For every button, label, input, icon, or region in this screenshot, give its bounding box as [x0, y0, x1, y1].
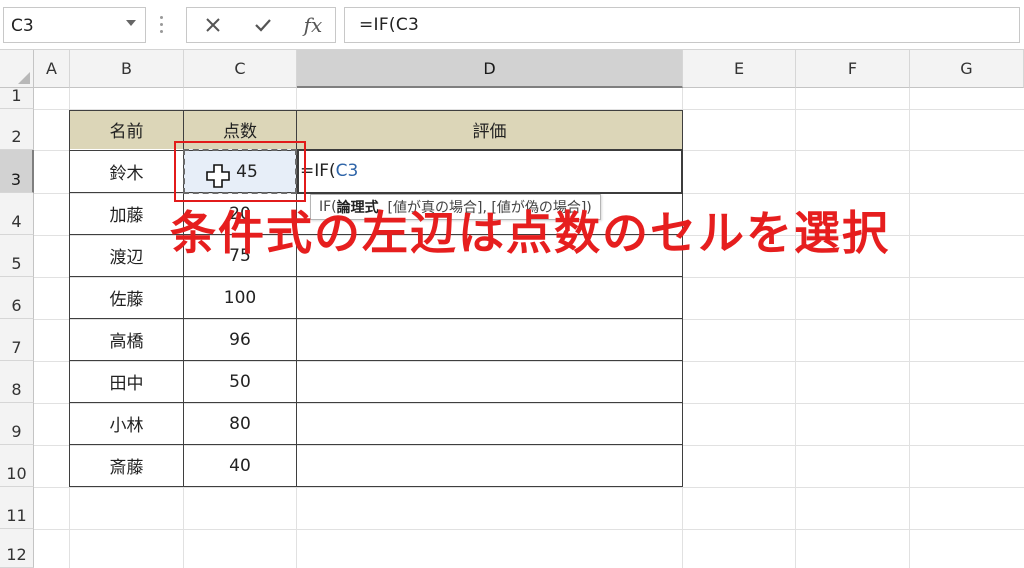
formula-input[interactable]: =IF(C3 [344, 7, 1020, 43]
close-icon[interactable] [190, 8, 236, 42]
row-header-2[interactable]: 2 [0, 109, 34, 150]
column-header-b[interactable]: B [70, 50, 184, 88]
highlight-box [174, 141, 306, 202]
name-cell[interactable]: 高橋 [70, 319, 183, 360]
cell-edit-text[interactable]: =IF(C3 [300, 161, 358, 181]
row-header-5[interactable]: 5 [0, 235, 34, 277]
table-border [69, 360, 683, 361]
formula-buttons: fx [186, 7, 336, 43]
name-cell[interactable]: 佐藤 [70, 277, 183, 318]
score-cell[interactable]: 50 [184, 361, 296, 402]
row-header-10[interactable]: 10 [0, 445, 34, 487]
row-header-9[interactable]: 9 [0, 403, 34, 445]
column-header-a[interactable]: A [34, 50, 70, 88]
row-header-4[interactable]: 4 [0, 193, 34, 235]
header-name: 名前 [109, 122, 144, 142]
formula-text: =IF(C3 [359, 15, 420, 35]
name-box[interactable]: C3 [3, 7, 146, 43]
cell-cursor-icon [206, 164, 230, 188]
table-border [69, 276, 683, 277]
table-border [69, 486, 683, 487]
table-border [69, 444, 683, 445]
score-cell[interactable]: 100 [184, 277, 296, 318]
column-header-c[interactable]: C [184, 50, 297, 88]
drag-handle-icon[interactable] [160, 16, 164, 34]
name-box-value: C3 [11, 16, 34, 36]
score-cell[interactable]: 40 [184, 445, 296, 486]
annotation-caption: 条件式の左辺は点数のセルを選択 [170, 206, 890, 260]
row-header-6[interactable]: 6 [0, 277, 34, 319]
name-cell[interactable]: 田中 [70, 361, 183, 402]
name-cell[interactable]: 加藤 [70, 193, 183, 234]
chevron-down-icon[interactable] [126, 20, 136, 26]
name-cell[interactable]: 斎藤 [70, 445, 183, 486]
name-cell[interactable]: 鈴木 [70, 151, 183, 192]
row-header-3[interactable]: 3 [0, 150, 34, 193]
score-cell[interactable]: 80 [184, 403, 296, 444]
select-all-button[interactable] [0, 50, 34, 88]
row-header-12[interactable]: 12 [0, 529, 34, 568]
formula-bar: C3 fx =IF(C3 [0, 0, 1024, 50]
table-border [69, 110, 70, 487]
name-cell[interactable]: 小林 [70, 403, 183, 444]
table-border [69, 110, 683, 111]
row-header-1[interactable]: 1 [0, 86, 34, 109]
column-header-d[interactable]: D [297, 50, 683, 88]
row-header-8[interactable]: 8 [0, 361, 34, 403]
name-cell[interactable]: 渡辺 [70, 235, 183, 276]
table-border [69, 402, 683, 403]
column-header-f[interactable]: F [796, 50, 910, 88]
row-header-11[interactable]: 11 [0, 487, 34, 529]
table-border [69, 318, 683, 319]
column-header-e[interactable]: E [683, 50, 796, 88]
row-header-7[interactable]: 7 [0, 319, 34, 361]
insert-function-button[interactable]: fx [290, 8, 336, 42]
score-cell[interactable]: 96 [184, 319, 296, 360]
header-evaluation: 評価 [472, 122, 507, 142]
check-icon[interactable] [240, 8, 286, 42]
column-header-g[interactable]: G [910, 50, 1024, 88]
